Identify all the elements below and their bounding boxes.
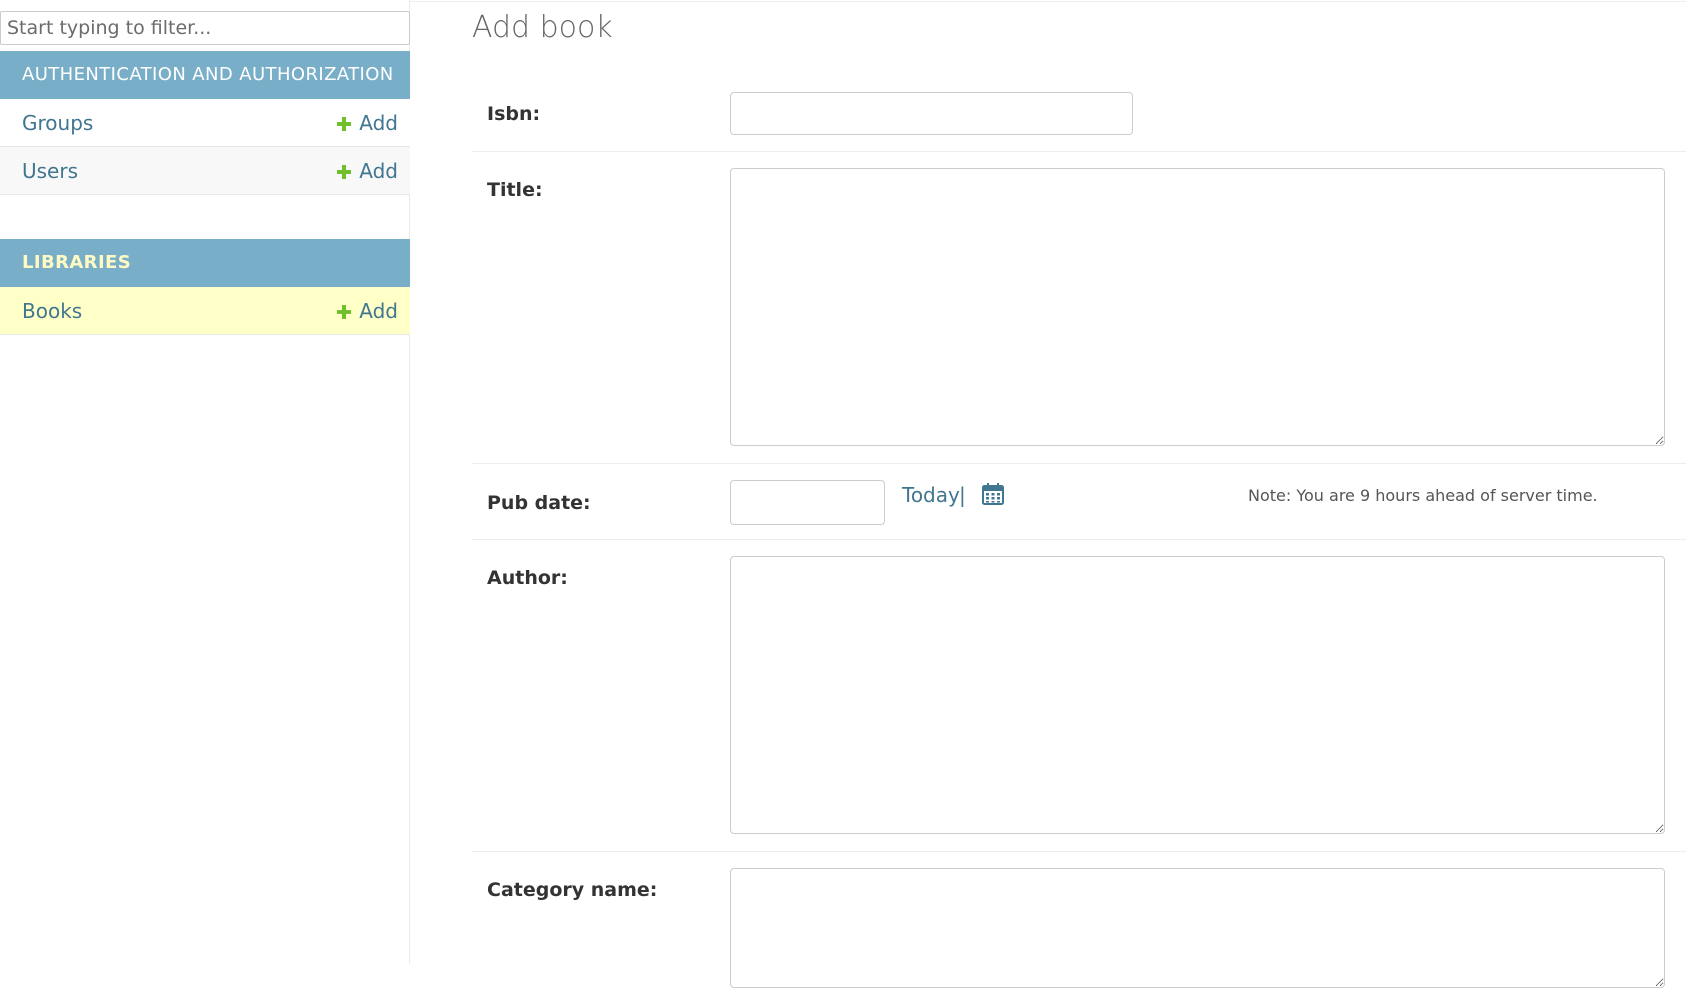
add-label: Add <box>359 159 398 183</box>
module-caption-libraries[interactable]: Libraries <box>0 239 410 287</box>
add-groups-button[interactable]: Add <box>337 99 398 147</box>
add-label: Add <box>359 299 398 323</box>
today-link[interactable]: Today <box>902 483 960 507</box>
pub-date-input[interactable] <box>730 480 885 525</box>
author-label: Author: <box>487 567 568 589</box>
main-content: Add book Isbn: Title: Pub date: Today | … <box>410 0 1686 988</box>
calendar-icon[interactable] <box>981 482 1005 506</box>
users-link[interactable]: Users <box>22 147 78 195</box>
author-textarea[interactable] <box>730 556 1665 834</box>
page-title: Add book <box>472 10 613 45</box>
sidebar-item-groups: Groups Add <box>0 99 410 147</box>
link-separator: | <box>959 483 966 507</box>
plus-icon <box>337 117 352 131</box>
title-label: Title: <box>487 179 543 201</box>
module-caption-auth[interactable]: Authentication and Authorization <box>0 51 410 99</box>
sidebar: Authentication and Authorization Groups … <box>0 0 410 964</box>
books-link[interactable]: Books <box>22 287 82 335</box>
category-name-label: Category name: <box>487 879 658 901</box>
sidebar-item-users: Users Add <box>0 147 410 195</box>
add-label: Add <box>359 111 398 135</box>
sidebar-filter-input[interactable] <box>0 11 410 45</box>
add-users-button[interactable]: Add <box>337 147 398 195</box>
title-textarea[interactable] <box>730 168 1665 446</box>
plus-icon <box>337 165 352 179</box>
divider <box>410 1 1686 2</box>
category-name-textarea[interactable] <box>730 868 1665 988</box>
sidebar-item-books: Books Add <box>0 287 410 335</box>
timezone-note: Note: You are 9 hours ahead of server ti… <box>1248 486 1598 505</box>
plus-icon <box>337 305 352 319</box>
pub-date-label: Pub date: <box>487 492 591 514</box>
groups-link[interactable]: Groups <box>22 99 93 147</box>
isbn-label: Isbn: <box>487 103 541 125</box>
isbn-input[interactable] <box>730 92 1133 135</box>
add-books-button[interactable]: Add <box>337 287 398 335</box>
